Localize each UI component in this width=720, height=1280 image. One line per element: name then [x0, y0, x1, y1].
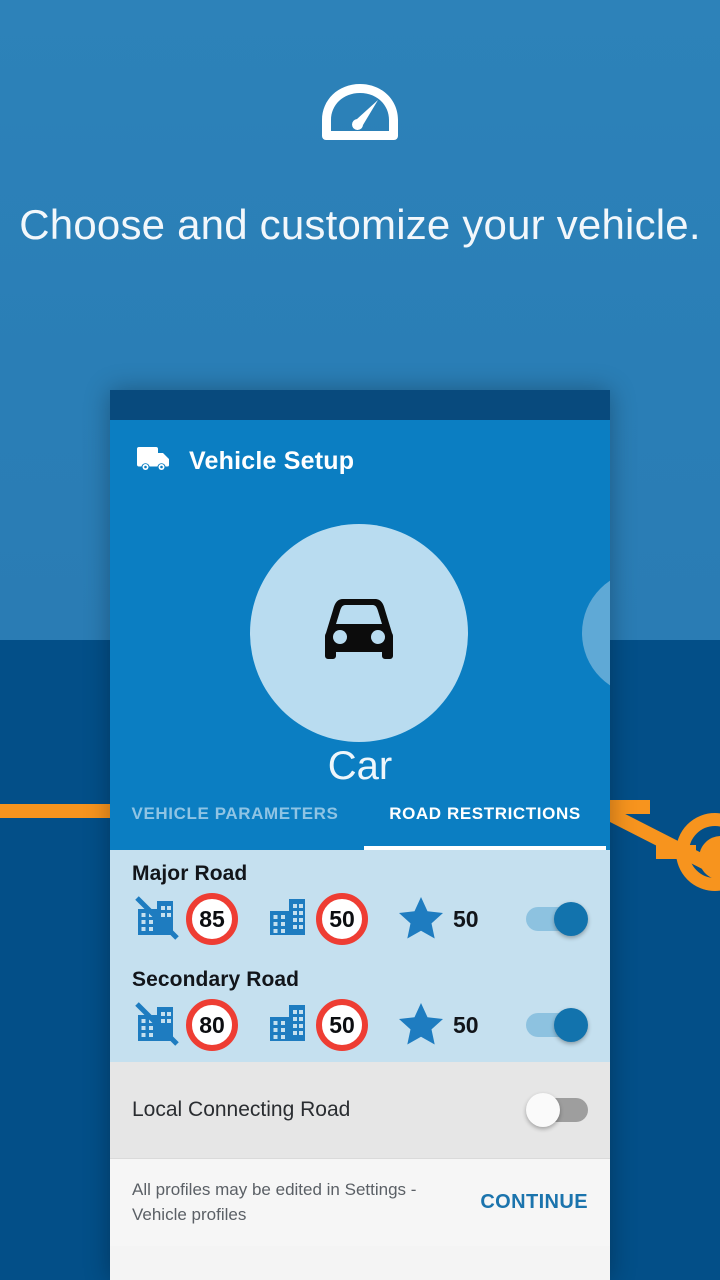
truck-icon — [136, 446, 172, 477]
footer-note: All profiles may be edited in Settings -… — [132, 1179, 417, 1224]
next-vehicle-circle[interactable] — [582, 570, 610, 696]
road-row-local-connecting[interactable]: Local Connecting Road — [110, 1062, 610, 1158]
road-restriction-list: Major Road 85 50 50 Secondary Road 80 50… — [110, 850, 610, 1062]
road-row-title: Local Connecting Road — [132, 1098, 351, 1121]
toggle-switch[interactable] — [526, 1008, 588, 1042]
star-icon — [398, 895, 444, 944]
vehicle-icon-circle[interactable] — [250, 524, 468, 742]
hero-section: Choose and customize your vehicle. — [0, 0, 720, 253]
speed-limit-sign[interactable]: 50 — [316, 893, 368, 945]
preference-value: 50 — [453, 905, 479, 932]
toggle-knob — [554, 1008, 588, 1042]
tab-vehicle-parameters[interactable]: VEHICLE PARAMETERS — [110, 792, 360, 850]
speed-limit-sign[interactable]: 85 — [186, 893, 238, 945]
toggle-switch[interactable] — [526, 1093, 588, 1127]
toggle-knob — [526, 1093, 560, 1127]
vehicle-label: Car — [327, 744, 393, 788]
toggle-knob — [554, 902, 588, 936]
app-screen: Choose and customize your vehicle. Vehic… — [0, 0, 720, 1280]
hero-title: Choose and customize your vehicle. — [19, 201, 701, 248]
outside-city-limit-group[interactable]: 85 — [132, 893, 238, 946]
outside-city-limit-group[interactable]: 80 — [132, 999, 238, 1052]
in-city-limit-group[interactable]: 50 — [266, 893, 368, 946]
vehicle-carousel[interactable]: Car — [110, 502, 610, 792]
no-buildings-icon — [132, 893, 182, 946]
no-buildings-icon — [132, 999, 182, 1052]
card-footer: All profiles may be edited in Settings -… — [110, 1158, 610, 1246]
status-bar — [110, 390, 610, 420]
road-row-title: Major Road — [132, 862, 248, 885]
road-toggle-slot — [526, 902, 588, 936]
preference-value: 50 — [453, 1011, 479, 1038]
speed-limit-sign[interactable]: 80 — [186, 999, 238, 1051]
road-toggle-slot — [526, 1093, 588, 1127]
preference-group[interactable]: 50 — [398, 895, 479, 944]
preference-group[interactable]: 50 — [398, 1001, 479, 1050]
toggle-switch[interactable] — [526, 902, 588, 936]
buildings-icon — [266, 999, 312, 1052]
app-bar: Vehicle Setup — [110, 420, 610, 502]
road-row-major[interactable]: Major Road 85 50 50 — [110, 850, 610, 956]
car-icon — [307, 586, 411, 681]
continue-button[interactable]: CONTINUE — [480, 1191, 588, 1214]
buildings-icon — [266, 893, 312, 946]
tab-bar: VEHICLE PARAMETERS ROAD RESTRICTIONS — [110, 792, 610, 850]
road-row-title: Secondary Road — [132, 968, 300, 991]
in-city-limit-group[interactable]: 50 — [266, 999, 368, 1052]
vehicle-setup-card: Vehicle Setup Car VEHICLE PARAMETERS ROA… — [110, 390, 610, 1280]
speedometer-icon — [0, 78, 720, 155]
star-icon — [398, 1001, 444, 1050]
road-toggle-slot — [526, 1008, 588, 1042]
speed-limit-sign[interactable]: 50 — [316, 999, 368, 1051]
road-row-secondary[interactable]: Secondary Road 80 50 50 — [110, 956, 610, 1062]
app-bar-title: Vehicle Setup — [189, 446, 355, 475]
tab-road-restrictions[interactable]: ROAD RESTRICTIONS — [360, 792, 610, 850]
